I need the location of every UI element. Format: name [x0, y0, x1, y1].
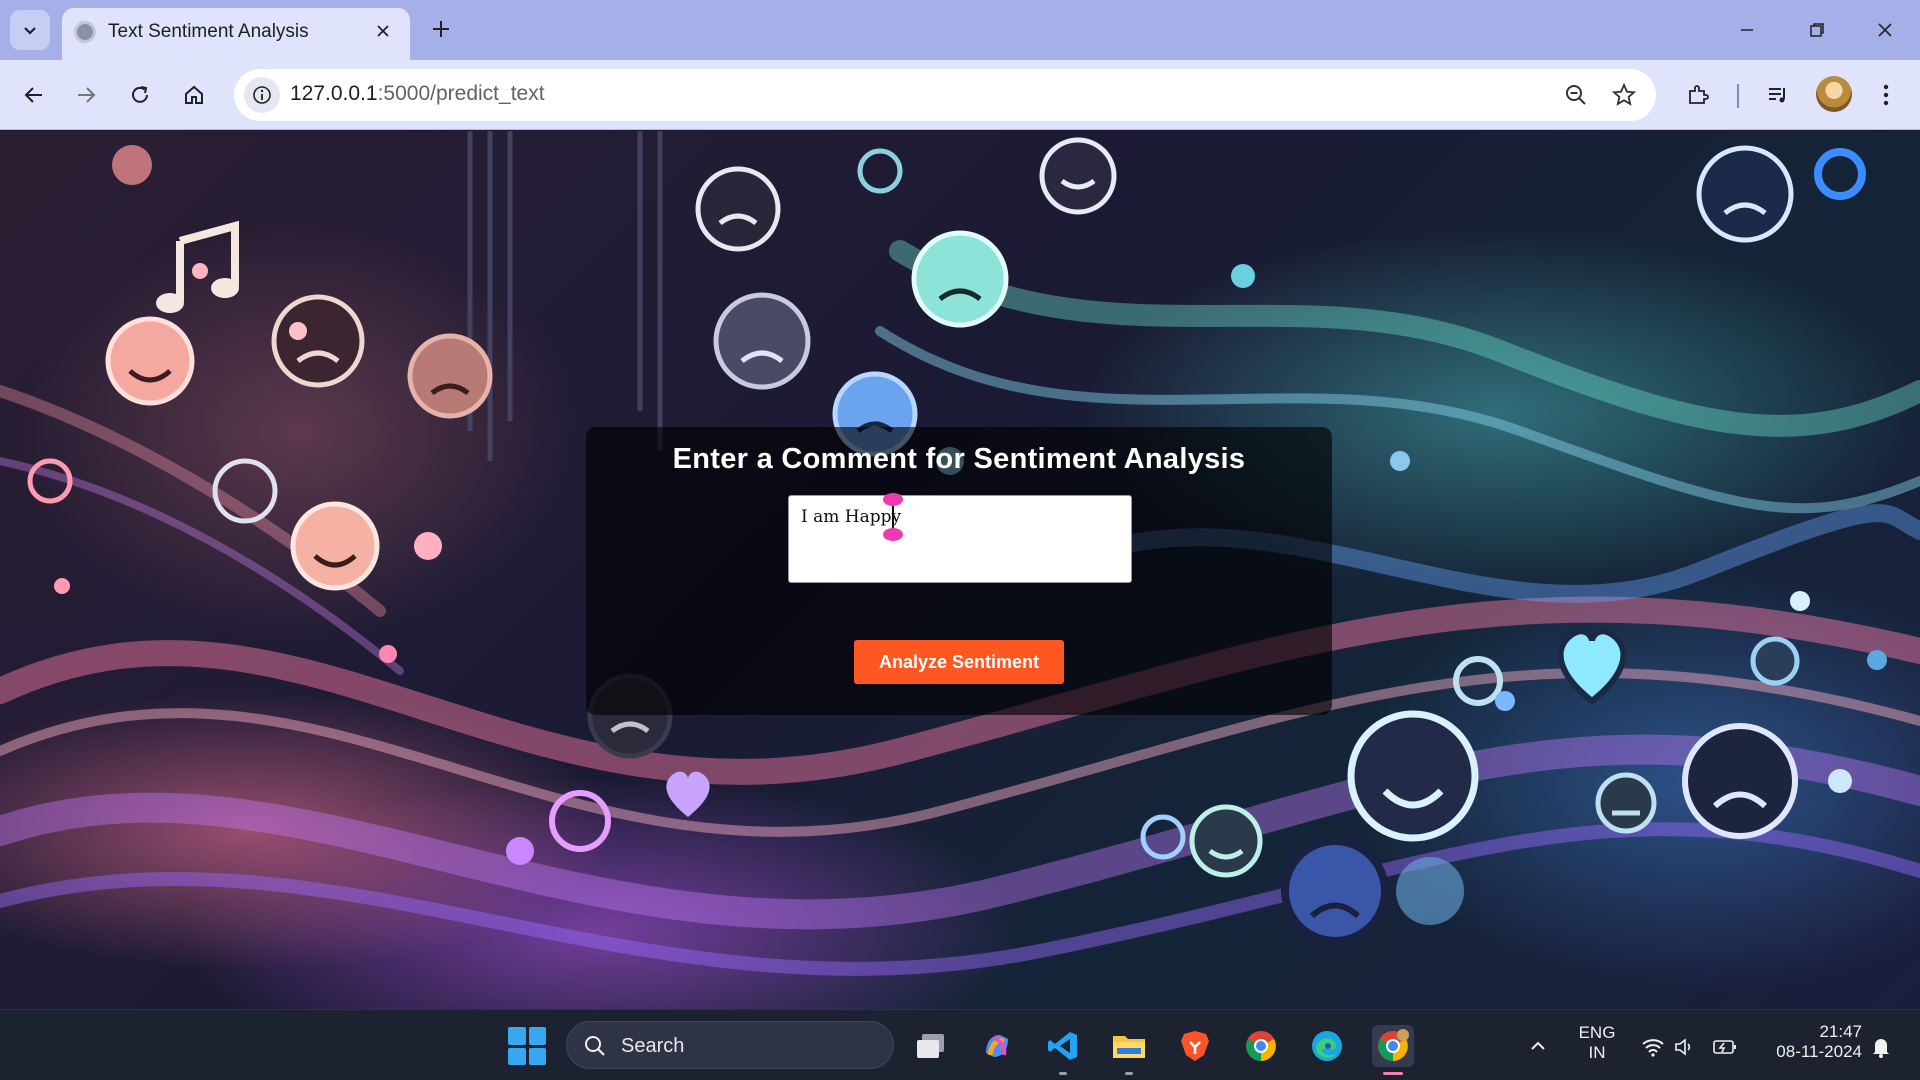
running-indicator [1125, 1072, 1133, 1075]
sentiment-form-panel: Enter a Comment for Sentiment Analysis I… [586, 427, 1332, 715]
site-info-button[interactable] [244, 77, 280, 113]
vscode-button[interactable] [1042, 1025, 1084, 1075]
language-code: ENG [1578, 1023, 1616, 1042]
selection-handle-top[interactable] [883, 493, 903, 506]
minimize-icon [1741, 29, 1753, 31]
url-host: 127.0.0.1 [290, 82, 378, 105]
chrome-profile-button[interactable] [1372, 1025, 1414, 1075]
media-controls-button[interactable] [1760, 77, 1796, 113]
start-button[interactable] [508, 1027, 546, 1065]
profile-avatar[interactable] [1816, 76, 1852, 112]
notifications-button[interactable] [1866, 1032, 1896, 1062]
chrome-icon [1246, 1031, 1276, 1061]
task-view-icon [917, 1034, 944, 1058]
close-icon [377, 25, 389, 37]
clock-time: 21:47 [1819, 1022, 1862, 1041]
minimize-button[interactable] [1724, 10, 1770, 50]
home-icon [185, 85, 203, 104]
reload-button[interactable] [122, 77, 158, 113]
wifi-button[interactable] [1638, 1032, 1668, 1062]
chevron-up-icon [1531, 1041, 1545, 1050]
new-tab-button[interactable] [424, 12, 458, 46]
kebab-menu-icon [1883, 84, 1889, 106]
close-icon [1878, 23, 1892, 37]
forward-button[interactable] [68, 77, 104, 113]
chevron-down-icon [24, 27, 36, 35]
speaker-icon [1675, 1038, 1691, 1056]
windows-logo-quad [508, 1047, 526, 1065]
search-icon [585, 1036, 605, 1056]
plus-icon [433, 21, 449, 37]
task-view-button[interactable] [910, 1025, 952, 1067]
restore-icon [1810, 23, 1824, 37]
show-hidden-icons-button[interactable] [1526, 1034, 1550, 1058]
battery-button[interactable] [1710, 1032, 1740, 1062]
selection-handle-bottom[interactable] [883, 528, 903, 541]
copilot-icon [986, 1035, 1008, 1057]
browser-toolbar: 127.0.0.1:5000/predict_text [0, 60, 1920, 130]
brave-lion-icon [1181, 1031, 1209, 1061]
url-text: 127.0.0.1:5000/predict_text [290, 82, 545, 106]
comment-textarea[interactable]: I am Happy [788, 495, 1132, 583]
playlist-icon [1769, 88, 1785, 103]
zoom-out-icon [1566, 85, 1586, 105]
star-icon [1612, 83, 1636, 106]
zoom-button[interactable] [1562, 81, 1590, 109]
page-title: Enter a Comment for Sentiment Analysis [672, 443, 1246, 475]
url-path: :5000/predict_text [377, 82, 545, 105]
close-window-button[interactable] [1862, 10, 1908, 50]
file-explorer-button[interactable] [1108, 1025, 1150, 1075]
address-bar[interactable]: 127.0.0.1:5000/predict_text [234, 69, 1656, 121]
folder-icon [1113, 1036, 1145, 1058]
tab-search-button[interactable] [10, 10, 50, 50]
active-tab[interactable]: Text Sentiment Analysis [62, 8, 410, 60]
copilot-button[interactable] [976, 1025, 1018, 1067]
info-icon [253, 86, 271, 104]
brave-button[interactable] [1174, 1025, 1216, 1067]
active-indicator [1383, 1072, 1403, 1075]
analyze-sentiment-button[interactable]: Analyze Sentiment [854, 640, 1064, 684]
back-button[interactable] [16, 77, 52, 113]
bookmark-button[interactable] [1610, 81, 1638, 109]
toolbar-divider [1737, 84, 1739, 108]
vscode-icon [1048, 1032, 1077, 1060]
language-indicator[interactable]: ENG IN [1572, 1023, 1622, 1063]
menu-button[interactable] [1868, 77, 1904, 113]
tab-title: Text Sentiment Analysis [108, 21, 309, 42]
chrome-button[interactable] [1240, 1025, 1282, 1067]
windows-logo-quad [508, 1027, 526, 1045]
bell-icon [1873, 1039, 1889, 1058]
arrow-left-icon [24, 87, 42, 103]
browser-tab-strip: Text Sentiment Analysis [0, 0, 1920, 60]
puzzle-icon [1689, 85, 1709, 104]
windows-logo-quad [528, 1047, 546, 1065]
volume-button[interactable] [1670, 1032, 1700, 1062]
battery-charging-icon [1713, 1040, 1736, 1054]
search-label: Search [621, 1035, 685, 1057]
extensions-button[interactable] [1680, 77, 1716, 113]
edge-icon [1312, 1031, 1342, 1061]
region-code: IN [1588, 1043, 1606, 1062]
running-indicator [1059, 1072, 1067, 1075]
edge-button[interactable] [1306, 1025, 1348, 1067]
taskbar-search[interactable]: Search [566, 1021, 894, 1069]
arrow-right-icon [78, 87, 96, 103]
chrome-icon [1378, 1029, 1409, 1061]
restore-button[interactable] [1794, 10, 1840, 50]
clock-date: 08-11-2024 [1776, 1042, 1862, 1061]
windows-taskbar: Search ENG IN 21:47 08-11-2024 [0, 1009, 1920, 1080]
globe-icon [74, 21, 96, 43]
windows-logo-quad [528, 1027, 546, 1045]
wifi-icon [1642, 1039, 1664, 1057]
clock[interactable]: 21:47 08-11-2024 [1752, 1022, 1862, 1062]
reload-icon [132, 86, 148, 103]
close-tab-button[interactable] [370, 18, 396, 44]
page-viewport: Enter a Comment for Sentiment Analysis I… [0, 131, 1920, 1009]
home-button[interactable] [176, 77, 212, 113]
